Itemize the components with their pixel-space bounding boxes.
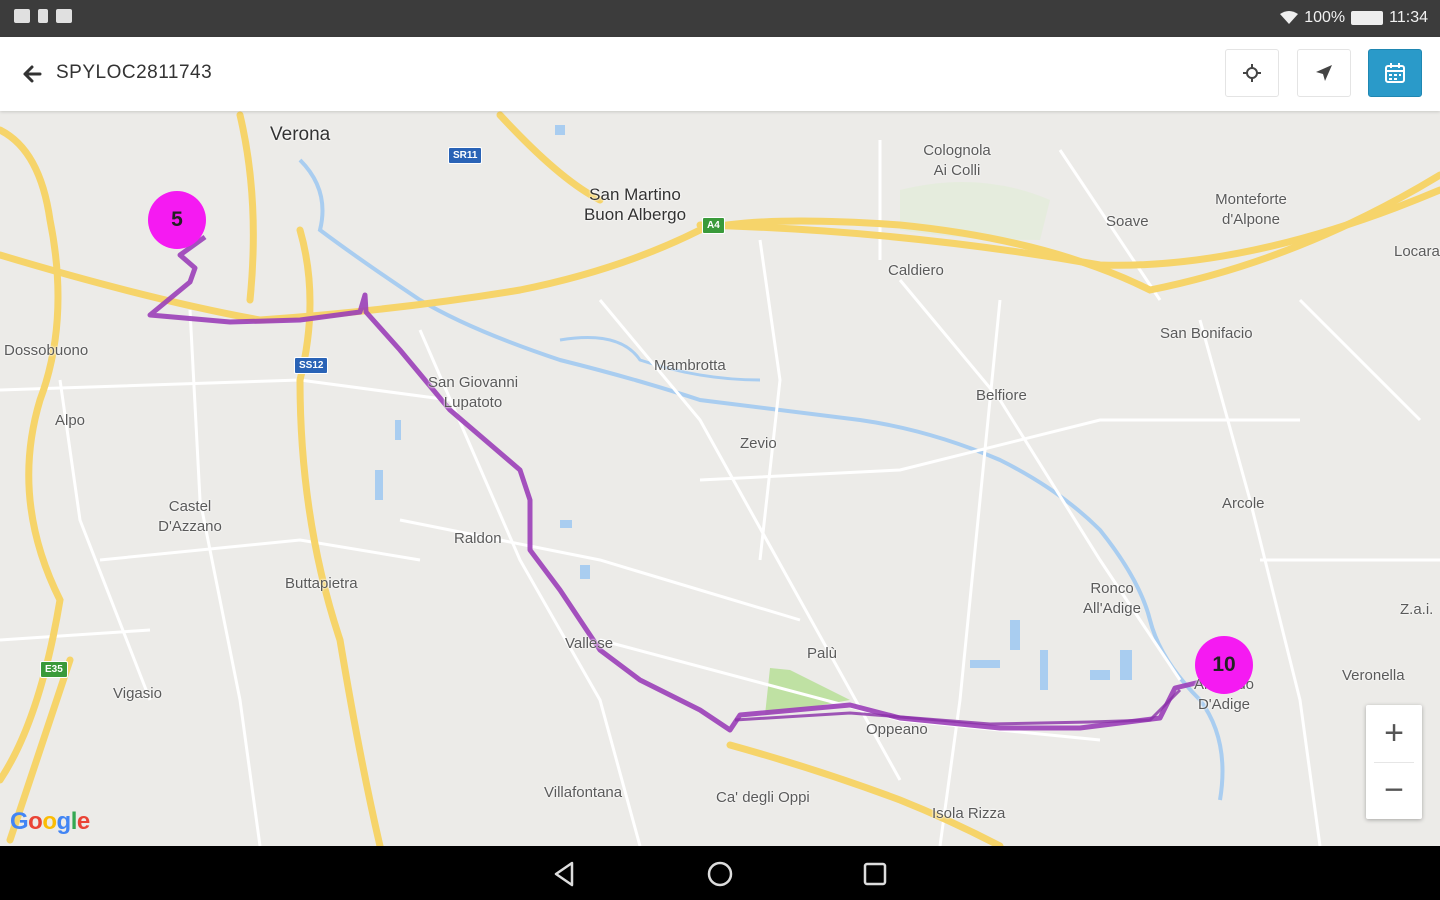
- place-soave: Soave: [1106, 213, 1149, 230]
- place-arcole: Arcole: [1222, 495, 1265, 512]
- wifi-icon: [1280, 11, 1299, 24]
- arrow-left-icon: [23, 65, 42, 83]
- place-palu: Palù: [807, 645, 838, 662]
- back-button[interactable]: [18, 61, 46, 87]
- place-oppeano: Oppeano: [866, 721, 928, 738]
- place-san-giovanni: San Giovanni Lupatoto: [427, 374, 519, 411]
- map-view[interactable]: Verona San Martino Buon Albergo Colognol…: [0, 111, 1440, 846]
- place-veronella: Veronella: [1342, 667, 1405, 684]
- google-logo: Google: [10, 808, 90, 835]
- locate-icon: [1243, 64, 1261, 82]
- place-raldon: Raldon: [454, 530, 502, 547]
- navigation-icon: [1316, 65, 1332, 81]
- place-zai: Z.a.i.: [1400, 601, 1434, 618]
- place-castel-dazzano: Castel D'Azzano: [158, 498, 222, 535]
- locate-button[interactable]: [1225, 49, 1279, 97]
- notification-icon: [14, 9, 30, 23]
- place-vigasio: Vigasio: [113, 685, 162, 702]
- back-nav-icon[interactable]: [550, 859, 580, 889]
- place-locara: Locara: [1394, 243, 1440, 260]
- system-status: 100% 11:34: [1280, 9, 1428, 27]
- place-vallese: Vallese: [565, 635, 614, 652]
- place-isola-rizza: Isola Rizza: [932, 805, 1006, 822]
- place-mambrotta: Mambrotta: [654, 357, 726, 374]
- navigate-button[interactable]: [1297, 49, 1351, 97]
- cluster-marker-start[interactable]: 5: [148, 191, 206, 249]
- place-zevio: Zevio: [740, 435, 777, 452]
- calendar-icon: [1385, 63, 1405, 83]
- place-ca-degli-oppi: Ca' degli Oppi: [716, 789, 810, 806]
- status-bar: 100% 11:34: [0, 0, 1440, 37]
- road-shield-e35: E35: [40, 661, 68, 678]
- security-icon: [38, 9, 48, 23]
- recents-nav-icon[interactable]: [860, 859, 890, 889]
- place-dossobuono: Dossobuono: [4, 342, 89, 359]
- battery-percent: 100%: [1304, 9, 1346, 26]
- system-nav-bar: [0, 846, 1440, 900]
- calendar-button[interactable]: [1368, 49, 1422, 97]
- battery-icon: [1351, 11, 1384, 25]
- app-bar: SPYLOC2811743: [0, 37, 1440, 111]
- place-villafontana: Villafontana: [544, 784, 623, 801]
- zoom-controls: + −: [1366, 705, 1422, 819]
- place-verona: Verona: [270, 124, 331, 145]
- place-san-martino: San Martino Buon Albergo: [583, 185, 687, 224]
- place-alpo: Alpo: [55, 412, 86, 429]
- home-nav-icon[interactable]: [705, 859, 735, 889]
- road-shield-a4: A4: [702, 217, 725, 234]
- road-shield-ss12: SS12: [294, 357, 329, 374]
- zoom-in-button[interactable]: +: [1366, 705, 1422, 762]
- clock: 11:34: [1389, 9, 1428, 26]
- place-san-bonifacio: San Bonifacio: [1160, 325, 1253, 342]
- place-buttapietra: Buttapietra: [285, 575, 358, 592]
- place-belfiore: Belfiore: [976, 387, 1027, 404]
- place-colognola: Colognola Ai Colli: [923, 142, 991, 179]
- zoom-out-button[interactable]: −: [1366, 762, 1422, 819]
- place-monteforte: Monteforte d'Alpone: [1215, 191, 1287, 228]
- device-title: SPYLOC2811743: [56, 62, 213, 83]
- notification-icons: [14, 9, 72, 23]
- photo-icon: [56, 9, 72, 23]
- cluster-marker-end[interactable]: 10: [1195, 636, 1253, 694]
- place-caldiero: Caldiero: [888, 262, 944, 279]
- road-shield-sr11: SR11: [448, 147, 483, 164]
- place-ronco: Ronco All'Adige: [1083, 580, 1141, 617]
